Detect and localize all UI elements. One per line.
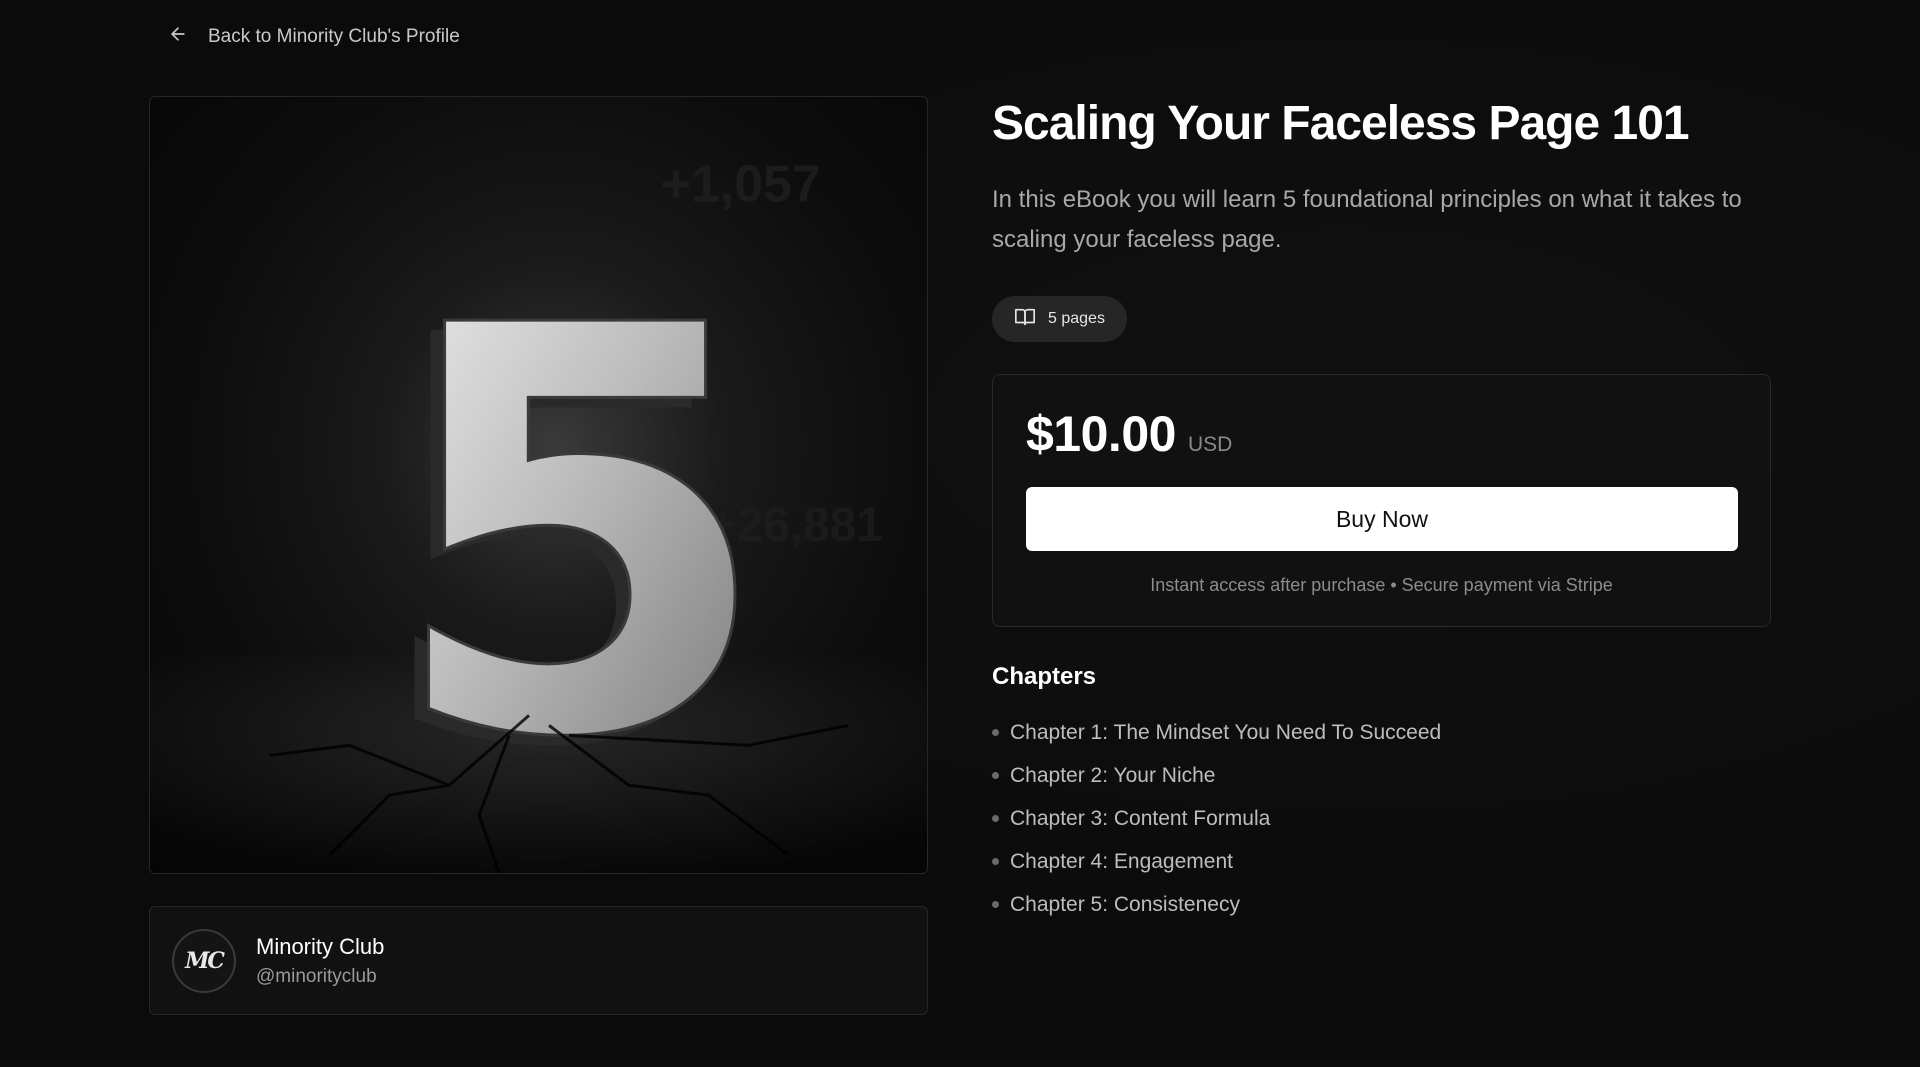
page-count-label: 5 pages <box>1048 310 1105 327</box>
chapter-item: Chapter 2: Your Niche <box>992 754 1771 797</box>
chapters-list: Chapter 1: The Mindset You Need To Succe… <box>992 711 1771 926</box>
bullet-icon <box>992 858 999 865</box>
buy-now-button[interactable]: Buy Now <box>1026 487 1738 551</box>
pricing-card: $10.00 USD Buy Now Instant access after … <box>992 374 1771 627</box>
bullet-icon <box>992 815 999 822</box>
chapter-label: Chapter 5: Consistenecy <box>1010 892 1240 916</box>
price-row: $10.00 USD <box>1026 405 1737 465</box>
chapter-label: Chapter 3: Content Formula <box>1010 806 1271 830</box>
chapter-item: Chapter 4: Engagement <box>992 840 1771 883</box>
chapter-label: Chapter 4: Engagement <box>1010 849 1233 873</box>
product-page: Back to Minority Club's Profile +1,057 +… <box>0 0 1920 1067</box>
book-open-icon <box>1014 306 1036 333</box>
cover-numeral: 5 <box>385 209 774 859</box>
bullet-icon <box>992 772 999 779</box>
creator-name: Minority Club <box>256 933 385 959</box>
product-description: In this eBook you will learn 5 foundatio… <box>992 186 1742 253</box>
price-currency: USD <box>1187 433 1233 456</box>
back-link-label: Back to Minority Club's Profile <box>208 26 460 47</box>
product-details: Scaling Your Faceless Page 101 In this e… <box>992 90 1771 926</box>
creator-card[interactable]: MC Minority Club @minorityclub <box>149 906 928 1015</box>
back-to-profile-link[interactable]: Back to Minority Club's Profile <box>168 22 460 52</box>
creator-avatar: MC <box>172 928 236 993</box>
chapter-item: Chapter 5: Consistenecy <box>992 883 1771 926</box>
creator-handle: @minorityclub <box>256 965 377 987</box>
chapters-heading: Chapters <box>992 663 1097 690</box>
product-cover-image: +1,057 +26,881 5 5 <box>149 96 928 874</box>
page-count-badge: 5 pages <box>992 296 1127 342</box>
bullet-icon <box>992 901 999 908</box>
creator-info: Minority Club @minorityclub <box>256 934 384 988</box>
purchase-note: Instant access after purchase • Secure p… <box>1150 575 1613 595</box>
chapter-label: Chapter 2: Your Niche <box>1010 763 1216 787</box>
cover-stat-top: +1,057 <box>661 155 821 213</box>
bullet-icon <box>992 729 999 736</box>
chapter-item: Chapter 1: The Mindset You Need To Succe… <box>992 711 1771 754</box>
chapter-label: Chapter 1: The Mindset You Need To Succe… <box>1010 720 1442 744</box>
price-amount: $10.00 <box>1026 406 1176 462</box>
product-title: Scaling Your Faceless Page 101 <box>992 97 1690 150</box>
chapter-item: Chapter 3: Content Formula <box>992 797 1771 840</box>
arrow-left-icon <box>168 24 188 50</box>
